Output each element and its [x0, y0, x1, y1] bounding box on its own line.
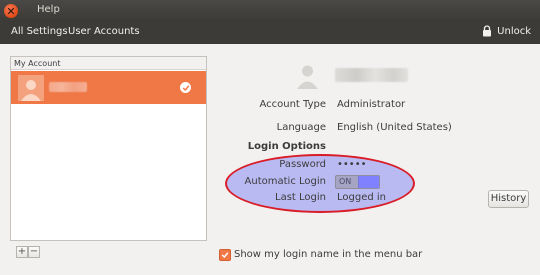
automatic-login-switch[interactable]: ON [335, 175, 380, 189]
redacted-user-name [49, 82, 87, 92]
person-icon [297, 65, 318, 89]
title-bar: Help [0, 0, 540, 22]
add-remove-toolbar: + − [16, 246, 40, 258]
last-login-label: Last Login [275, 192, 326, 203]
window-title: Help [37, 4, 60, 15]
automatic-login-label: Automatic Login [244, 176, 326, 187]
checkmark-icon [221, 252, 229, 258]
history-button[interactable]: History [488, 190, 529, 208]
current-user-check-icon [180, 82, 191, 93]
breadcrumb-all-settings[interactable]: All Settings [11, 26, 68, 37]
language-label: Language [276, 122, 326, 133]
switch-knob [358, 176, 379, 188]
login-options-heading: Login Options [247, 141, 326, 152]
password-value[interactable]: ••••• [337, 159, 367, 170]
show-login-name-label[interactable]: Show my login name in the menu bar [234, 249, 422, 260]
close-button[interactable] [4, 4, 18, 18]
last-login-value: Logged in [337, 192, 387, 203]
remove-user-button[interactable]: − [28, 246, 40, 258]
user-list-header: My Account [11, 57, 206, 70]
close-icon [7, 7, 15, 15]
user-row-selected[interactable] [11, 71, 206, 104]
account-type-value[interactable]: Administrator [337, 99, 405, 110]
lock-icon [483, 25, 492, 37]
user-list-panel: My Account [10, 56, 207, 241]
language-value[interactable]: English (United States) [337, 122, 452, 133]
avatar [18, 75, 44, 101]
toolbar: All Settings User Accounts Unlock [0, 22, 540, 44]
account-avatar[interactable] [294, 62, 321, 89]
add-user-button[interactable]: + [16, 246, 28, 258]
breadcrumb-user-accounts[interactable]: User Accounts [68, 26, 140, 37]
switch-state-label: ON [339, 177, 352, 186]
unlock-label: Unlock [497, 25, 531, 37]
person-icon [21, 80, 41, 101]
unlock-button[interactable]: Unlock [482, 25, 531, 37]
password-label: Password [279, 159, 326, 170]
redacted-account-name [335, 68, 408, 82]
show-login-name-checkbox[interactable] [219, 249, 231, 261]
account-type-label: Account Type [259, 99, 326, 110]
